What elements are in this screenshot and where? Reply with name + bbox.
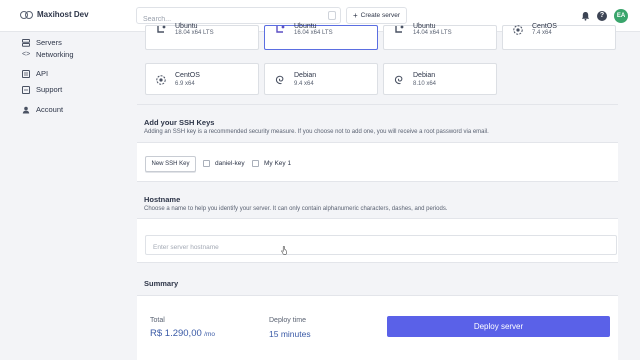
os-option-ubuntu-1404[interactable]: Ubuntu 14.04 x64 LTS (383, 23, 497, 50)
sidebar-item-label: Account (36, 105, 64, 114)
avatar[interactable]: EA (614, 9, 628, 23)
create-server-label: Create server (360, 12, 401, 19)
new-ssh-key-button[interactable]: New SSH Key (145, 156, 196, 172)
os-version: 16.04 x64 LTS (294, 30, 333, 36)
os-option-debian-94[interactable]: Debian 9.4 x64 (264, 63, 378, 95)
ssh-key-checkbox[interactable] (252, 160, 259, 167)
sidebar-item-label: Networking (36, 50, 74, 59)
summary-section-title: Summary (144, 279, 179, 288)
os-version: 18.04 x64 LTS (175, 30, 214, 36)
sidebar-item-networking[interactable]: <> Networking (22, 50, 74, 59)
main-content: Ubuntu 18.04 x64 LTS Ubuntu 16.04 x64 LT… (137, 23, 627, 360)
sidebar-item-servers[interactable]: Servers (22, 38, 62, 47)
maxihost-logo-icon (20, 11, 33, 19)
sidebar: Servers <> Networking API Support Accoun… (0, 32, 137, 360)
sidebar-item-label: Servers (36, 38, 62, 47)
os-option-ubuntu-1604[interactable]: Ubuntu 16.04 x64 LTS (264, 23, 378, 50)
os-name: CentOS (175, 72, 200, 79)
sidebar-item-account[interactable]: Account (22, 105, 63, 114)
sidebar-item-api[interactable]: API (22, 69, 48, 78)
mouse-cursor-icon (281, 246, 287, 255)
hostname-field[interactable] (145, 235, 617, 257)
os-name: Ubuntu (175, 23, 198, 30)
os-name: Ubuntu (413, 23, 436, 30)
app-title: Maxihost Dev (37, 10, 89, 19)
os-option-centos-74[interactable]: CentOS 7.4 x64 (502, 23, 616, 50)
os-name: Debian (413, 72, 436, 79)
search-box[interactable] (136, 7, 341, 27)
os-option-centos-69[interactable]: CentOS 6.9 x64 (145, 63, 259, 95)
help-icon[interactable]: ? (597, 11, 607, 21)
sidebar-item-support[interactable]: Support (22, 85, 62, 94)
sidebar-item-label: Support (36, 85, 63, 94)
brand[interactable]: Maxihost Dev (20, 10, 89, 19)
deploy-time-value: 15 minutes (269, 329, 311, 339)
sidebar-item-label: API (36, 69, 49, 78)
ubuntu-icon (276, 25, 285, 33)
total-label: Total (150, 317, 165, 324)
ssh-key-label: My Key 1 (264, 160, 292, 167)
os-name: Ubuntu (294, 23, 317, 30)
os-option-ubuntu-1804[interactable]: Ubuntu 18.04 x64 LTS (145, 23, 259, 50)
total-value: R$ 1.290,00 (150, 328, 202, 339)
search-shortcut-icon (328, 11, 336, 20)
os-name: Debian (294, 72, 317, 79)
deploy-server-button[interactable]: Deploy server (387, 316, 610, 337)
debian-icon (275, 75, 284, 85)
bell-icon[interactable] (581, 11, 590, 21)
os-version: 8.10 x64 (413, 81, 437, 87)
servers-icon (22, 38, 30, 47)
ssh-section-title: Add your SSH Keys (144, 118, 215, 127)
centos-icon (513, 25, 523, 35)
deploy-time-label: Deploy time (269, 317, 306, 324)
section-divider (137, 181, 618, 182)
centos-icon (156, 75, 166, 85)
api-icon (22, 69, 30, 78)
ssh-key-checkbox[interactable] (203, 160, 210, 167)
ssh-section-description: Adding an SSH key is a recommended secur… (144, 129, 489, 135)
plus-icon: + (352, 10, 358, 20)
os-version: 6.9 x64 (175, 81, 195, 87)
ubuntu-icon (157, 25, 166, 33)
ssh-key-label: daniel-key (215, 160, 245, 167)
create-server-button[interactable]: + Create server (346, 7, 407, 24)
debian-icon (394, 75, 403, 85)
total-unit: /mo (204, 331, 215, 338)
os-option-debian-810[interactable]: Debian 8.10 x64 (383, 63, 497, 95)
ubuntu-icon (395, 25, 404, 33)
section-divider (137, 104, 618, 105)
account-icon (22, 106, 30, 113)
os-name: CentOS (532, 23, 557, 30)
hostname-section-title: Hostname (144, 195, 181, 204)
section-divider (137, 262, 618, 263)
os-version: 14.04 x64 LTS (413, 30, 452, 36)
hostname-section-description: Choose a name to help you identify your … (144, 206, 448, 212)
support-icon (22, 85, 30, 94)
hostname-input[interactable] (146, 238, 616, 257)
os-version: 9.4 x64 (294, 81, 314, 87)
networking-icon: <> (22, 50, 31, 58)
os-version: 7.4 x64 (532, 30, 552, 36)
top-icons: ? EA (581, 9, 628, 23)
total-price: R$ 1.290,00 /mo (150, 328, 215, 339)
